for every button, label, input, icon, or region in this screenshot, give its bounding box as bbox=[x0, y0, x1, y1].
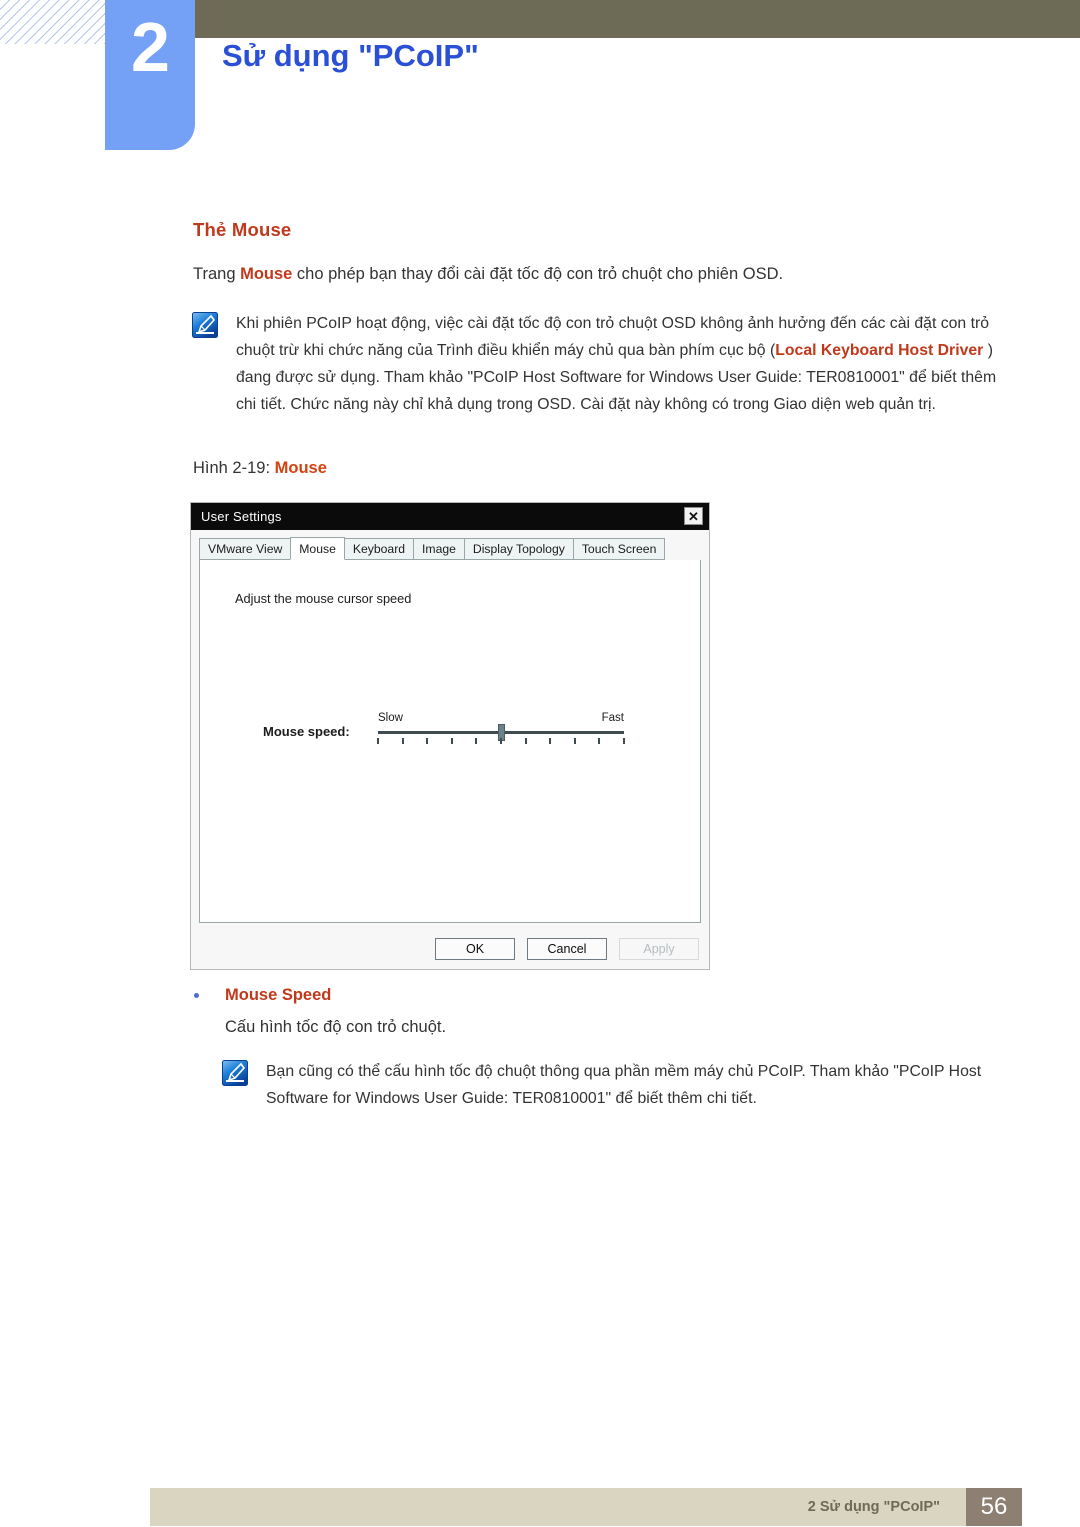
mouse-speed-slider[interactable]: Slow Fast bbox=[377, 712, 625, 748]
note-pen-icon bbox=[222, 1060, 248, 1086]
dialog-tabstrip: VMware View Mouse Keyboard Image Display… bbox=[199, 536, 701, 561]
intro-prefix: Trang bbox=[193, 265, 241, 283]
page-number: 56 bbox=[966, 1488, 1022, 1526]
bullet-dot-icon bbox=[194, 993, 199, 998]
intro-highlight: Mouse bbox=[240, 265, 293, 283]
slider-tick bbox=[450, 738, 453, 744]
note-text-2: Bạn cũng có thể cấu hình tốc độ chuột th… bbox=[266, 1063, 982, 1108]
intro-paragraph: Trang Mouse cho phép bạn thay đổi cài đặ… bbox=[193, 265, 783, 284]
note1-highlight: Local Keyboard Host Driver bbox=[775, 342, 984, 360]
cancel-button[interactable]: Cancel bbox=[527, 938, 607, 960]
footer-label: 2 Sử dụng "PCoIP" bbox=[807, 1499, 940, 1515]
figure-caption-prefix: Hình 2-19: bbox=[193, 459, 275, 477]
slider-tick bbox=[598, 738, 601, 744]
slider-tick bbox=[500, 738, 502, 744]
page-title: Sử dụng "PCoIP" bbox=[222, 38, 479, 73]
dialog-titlebar: User Settings ✕ bbox=[191, 503, 709, 530]
tab-vmware-view[interactable]: VMware View bbox=[199, 538, 292, 560]
dialog-button-row: OK Cancel Apply bbox=[191, 937, 699, 961]
slider-tick bbox=[377, 738, 379, 744]
figure-caption: Hình 2-19: Mouse bbox=[193, 459, 327, 478]
slider-tick bbox=[573, 738, 576, 744]
note-text-1: Khi phiên PCoIP hoạt động, việc cài đặt … bbox=[236, 310, 1010, 419]
section-heading: Thẻ Mouse bbox=[193, 219, 292, 240]
chapter-number-tab: 2 bbox=[105, 0, 195, 150]
tab-keyboard[interactable]: Keyboard bbox=[343, 538, 415, 560]
slider-tick bbox=[475, 738, 478, 744]
tab-display-topology[interactable]: Display Topology bbox=[463, 538, 574, 560]
mouse-speed-label: Mouse speed: bbox=[263, 724, 350, 739]
slider-ticks bbox=[377, 738, 625, 748]
tab-mouse[interactable]: Mouse bbox=[290, 537, 345, 560]
slider-tick bbox=[426, 738, 429, 744]
ok-button[interactable]: OK bbox=[435, 938, 515, 960]
intro-suffix: cho phép bạn thay đổi cài đặt tốc độ con… bbox=[292, 265, 784, 283]
slider-min-label: Slow bbox=[378, 712, 403, 724]
decorative-hatch-pattern bbox=[0, 0, 105, 44]
slider-tick bbox=[549, 738, 552, 744]
header-olive-bar bbox=[195, 0, 1080, 38]
user-settings-dialog: User Settings ✕ VMware View Mouse Keyboa… bbox=[190, 502, 710, 970]
dialog-title: User Settings bbox=[201, 509, 282, 524]
mouse-tab-panel: Adjust the mouse cursor speed Mouse spee… bbox=[199, 560, 701, 923]
figure-caption-highlight: Mouse bbox=[274, 459, 327, 477]
bullet-item-mouse-speed: Mouse Speed bbox=[194, 986, 331, 1005]
chapter-number: 2 bbox=[131, 8, 170, 86]
note-callout-1: Khi phiên PCoIP hoạt động, việc cài đặt … bbox=[192, 310, 1010, 419]
tab-image[interactable]: Image bbox=[413, 538, 465, 560]
slider-tick bbox=[401, 738, 404, 744]
bullet-description: Cấu hình tốc độ con trỏ chuột. bbox=[225, 1018, 447, 1036]
slider-max-label: Fast bbox=[601, 712, 624, 724]
slider-tick bbox=[623, 738, 625, 744]
tab-touch-screen[interactable]: Touch Screen bbox=[572, 538, 666, 560]
close-icon[interactable]: ✕ bbox=[684, 507, 703, 525]
slider-track[interactable] bbox=[378, 724, 624, 741]
page-footer: 2 Sử dụng "PCoIP" 56 bbox=[150, 1488, 1022, 1526]
apply-button: Apply bbox=[619, 938, 699, 960]
note-pen-icon bbox=[192, 312, 218, 338]
note-callout-2: Bạn cũng có thể cấu hình tốc độ chuột th… bbox=[222, 1058, 997, 1112]
bullet-label: Mouse Speed bbox=[225, 986, 332, 1004]
panel-heading: Adjust the mouse cursor speed bbox=[235, 591, 412, 606]
slider-tick bbox=[524, 738, 527, 744]
